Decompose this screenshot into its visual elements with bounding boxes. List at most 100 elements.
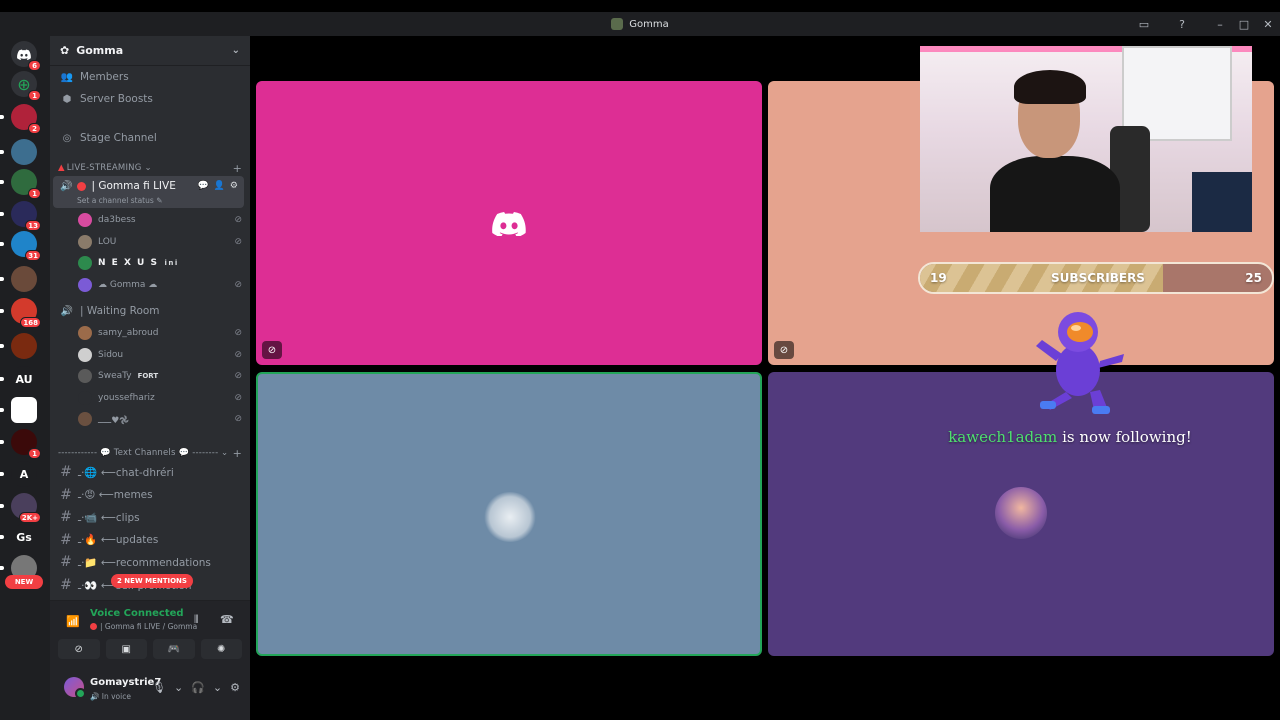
category-live-streaming[interactable]: ▲ LIVE-STREAMING ⌄ + (58, 161, 242, 175)
username[interactable]: Gomaystrie7 (90, 677, 161, 688)
voice-member[interactable]: ☁ Gomma ☁ ⊘ (78, 276, 242, 294)
add-channel-icon[interactable]: + (233, 162, 242, 175)
stage-channel-item[interactable]: ◎ Stage Channel (58, 128, 242, 148)
voice-member[interactable]: youssefhariz ⊘ (78, 389, 242, 407)
channel-status[interactable]: Set a channel status ✎ (77, 196, 162, 205)
speaker-icon: 🔊 (60, 180, 73, 192)
member-name: N E X U S (98, 258, 159, 268)
close-icon[interactable]: ✕ (1256, 18, 1280, 31)
voice-member[interactable]: samy_abroud ⊘ (78, 324, 242, 342)
maximize-icon[interactable]: □ (1232, 18, 1256, 31)
server-boosts-item[interactable]: ⬢ Server Boosts (58, 89, 242, 109)
server-icon-1[interactable] (11, 139, 37, 165)
server-icon-5[interactable] (11, 266, 37, 292)
noise-suppression-icon[interactable]: ⫴ (194, 613, 199, 627)
new-pill[interactable]: NEW (5, 575, 43, 589)
server-icon-3[interactable]: 13 (11, 201, 41, 231)
voice-member[interactable]: Sidou ⊘ (78, 346, 242, 364)
soundboard-button[interactable]: ✺ (200, 639, 242, 659)
unread-indicator (0, 566, 4, 570)
server-icon-6[interactable]: 168 (11, 298, 41, 328)
text-channel[interactable]: # ـ·🔥 ⟵updates (58, 530, 242, 550)
server-icon-13[interactable]: Gs (11, 524, 37, 550)
voice-member[interactable]: da3bess ⊘ (78, 211, 242, 229)
minimize-icon[interactable]: – (1208, 18, 1232, 31)
active-voice-channel[interactable]: 🔊 | Gomma fi LIVE 💬 👤 ⚙ Set a channel st… (53, 176, 244, 208)
add-channel-icon[interactable]: + (233, 447, 242, 460)
server-icon-12[interactable]: 2K+ (11, 493, 41, 523)
server-icon-0[interactable]: 2 (11, 104, 41, 134)
unread-indicator (0, 472, 4, 476)
server-icon-7[interactable] (11, 333, 37, 359)
headphones-icon[interactable]: 🎧 (191, 681, 205, 694)
microphone-icon[interactable]: 🎙 (152, 681, 166, 694)
text-channel-name: ـ·📁 ⟵recommendations (78, 556, 211, 569)
members-item[interactable]: 👥 Members (58, 67, 242, 87)
participant-tile-speaking[interactable] (256, 372, 762, 656)
screen-share-button[interactable]: ▣ (105, 639, 147, 659)
text-channel[interactable]: # ـ·📹 ⟵clips (58, 507, 242, 527)
voice-channel-path[interactable]: | Gomma fi LIVE / Gomma (90, 622, 197, 631)
new-mentions-pill[interactable]: 2 NEW MENTIONS (111, 574, 193, 588)
participant-tile-discord[interactable]: ⊘ (256, 81, 762, 365)
gamepad-icon: 🎮 (167, 643, 180, 655)
camera-off-button[interactable]: ⊘ (58, 639, 100, 659)
text-channel[interactable]: # ـ·🌐 ⟵chat-dhréri (58, 462, 242, 482)
member-name: SweaTy (98, 371, 132, 381)
mic-muted-icon: ⊘ (774, 341, 794, 359)
follow-alert-text: is now following! (1057, 428, 1192, 446)
title-bar: Gomma ▭ ? – □ ✕ (0, 12, 1280, 36)
waiting-room-channel[interactable]: 🔊 | Waiting Room (58, 301, 242, 321)
server-icon-2[interactable]: 1 (11, 169, 41, 199)
member-name: da3bess (98, 215, 136, 225)
avatar (78, 390, 92, 405)
help-icon[interactable]: ? (1170, 18, 1194, 31)
server-icon-8[interactable]: AU (11, 366, 37, 392)
voice-member[interactable]: N E X U S ini (78, 254, 242, 272)
disconnect-icon[interactable]: ☎ (220, 613, 234, 626)
participant-avatar-plane (483, 492, 537, 542)
chevron-down-icon: ⌄ (144, 163, 152, 173)
chat-icon[interactable]: 💬 (197, 181, 208, 191)
screen-share-icon[interactable]: ▭ (1132, 18, 1156, 31)
member-tag: FORT (137, 372, 159, 380)
server-header[interactable]: ✿ Gomma ⌄ (50, 36, 250, 66)
server-icon-10[interactable]: 1 (11, 429, 41, 459)
live-dot-icon (90, 623, 97, 630)
home-button[interactable]: 6 (11, 41, 41, 71)
server-icon-4[interactable]: 31 (11, 231, 41, 261)
text-channel[interactable]: # ـ·😡 ⟵memes (58, 485, 242, 505)
add-badge: 1 (28, 90, 41, 101)
chevron-down-icon[interactable]: ⌄ (174, 681, 183, 694)
voice-member[interactable]: LOU ⊘ (78, 233, 242, 251)
streamer (990, 70, 1120, 232)
server-badge: 2K+ (18, 512, 41, 523)
hashtag-icon: # (60, 577, 72, 593)
mic-muted-icon: ⊘ (234, 392, 242, 403)
chevron-down-icon[interactable]: ⌄ (232, 45, 240, 56)
server-icon-9[interactable] (11, 397, 37, 423)
chevron-down-icon[interactable]: ⌄ (213, 681, 222, 694)
settings-icon[interactable]: ⚙ (230, 181, 238, 191)
avatar[interactable] (64, 677, 86, 699)
signal-icon[interactable]: 📶 (66, 615, 80, 628)
server-rail: 6 ⊕ 1 2 1 13 31 168 AU 1 A 2K+ Gs NEW (0, 36, 50, 720)
text-channel[interactable]: # ـ·📁 ⟵recommendations (58, 552, 242, 572)
avatar (78, 213, 92, 227)
camera-off-icon: ⊘ (74, 643, 83, 655)
user-settings-icon[interactable]: ⚙ (230, 681, 240, 694)
server-icon-11[interactable]: A (11, 461, 37, 487)
stage-channel-label: Stage Channel (80, 132, 157, 144)
add-server-button[interactable]: ⊕ 1 (11, 71, 41, 101)
voice-connected-label[interactable]: Voice Connected (90, 608, 184, 619)
invite-icon[interactable]: 👤 (214, 181, 225, 191)
activity-button[interactable]: 🎮 (153, 639, 195, 659)
channel-sidebar: ✿ Gomma ⌄ 👥 Members ⬢ Server Boosts ◎ St… (50, 36, 250, 720)
voice-member[interactable]: SweaTy FORT ⊘ (78, 367, 242, 385)
streamer-webcam (920, 46, 1252, 232)
participant-tile-follower[interactable] (768, 372, 1274, 656)
category-text-channels[interactable]: ------------ 💬 Text Channels 💬 ---------… (58, 446, 242, 460)
mic-muted-icon: ⊘ (234, 414, 242, 424)
text-channel-name: ـ·🌐 ⟵chat-dhréri (78, 466, 174, 479)
voice-member[interactable]: ـــــ♥︎𖣘 ⊘ (78, 410, 242, 428)
